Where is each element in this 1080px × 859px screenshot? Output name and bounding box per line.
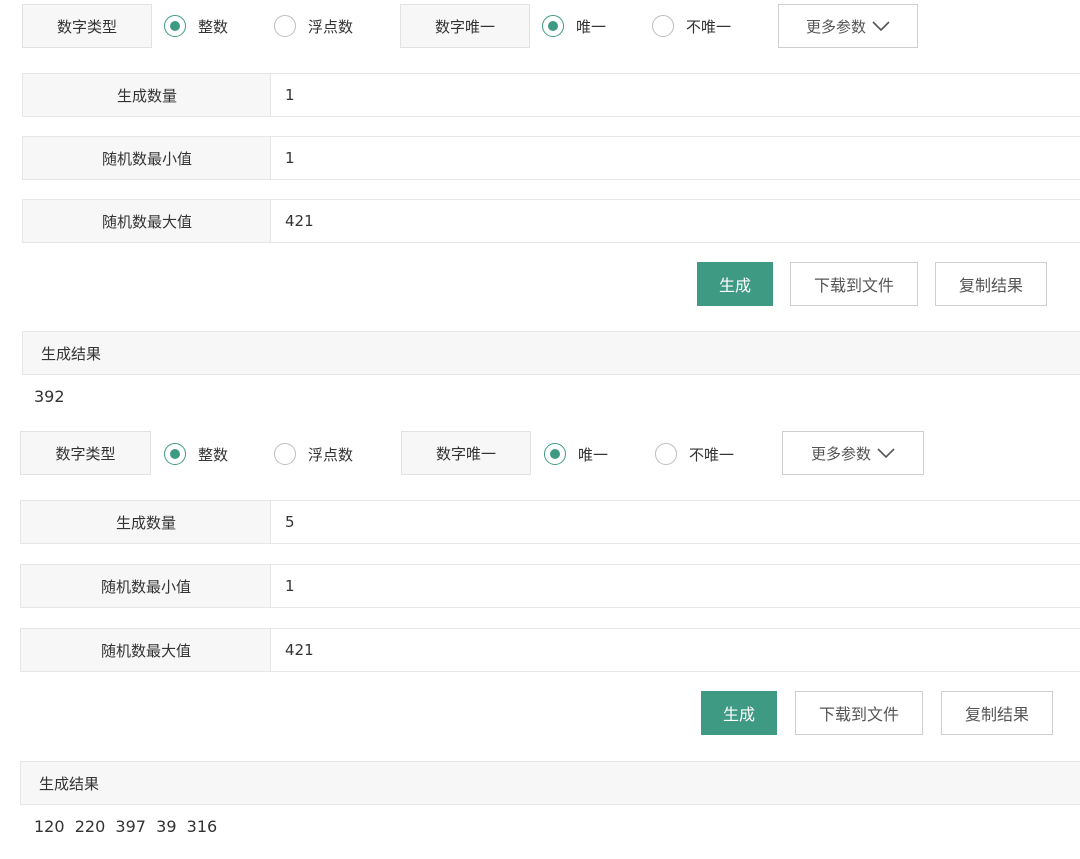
radio-unselected-icon xyxy=(274,15,296,37)
generate-button[interactable]: 生成 xyxy=(701,691,777,735)
radio-label: 整数 xyxy=(198,445,229,464)
result-title: 生成结果 xyxy=(20,761,1080,805)
radio-selected-icon xyxy=(544,443,566,465)
more-params-button[interactable]: 更多参数 xyxy=(778,4,918,48)
more-params-button[interactable]: 更多参数 xyxy=(782,431,924,475)
radio-unselected-icon xyxy=(655,443,677,465)
radio-selected-icon xyxy=(164,15,186,37)
quantity-input[interactable]: 5 xyxy=(270,500,1080,544)
more-params-label: 更多参数 xyxy=(810,444,871,463)
radio-integer[interactable]: 整数 xyxy=(164,443,228,465)
radio-integer[interactable]: 整数 xyxy=(164,15,228,37)
radio-unselected-icon xyxy=(652,15,674,37)
radio-label: 唯一 xyxy=(578,445,609,464)
radio-selected-icon xyxy=(542,15,564,37)
radio-unique[interactable]: 唯一 xyxy=(542,15,606,37)
min-value-input[interactable]: 1 xyxy=(270,564,1080,608)
max-value-label: 随机数最大值 xyxy=(22,199,271,243)
result-output: 120 220 397 39 316 xyxy=(34,816,218,836)
number-type-label: 数字类型 xyxy=(20,431,151,475)
copy-button[interactable]: 复制结果 xyxy=(935,262,1047,306)
result-output: 392 xyxy=(34,386,65,406)
radio-not-unique[interactable]: 不唯一 xyxy=(652,15,731,37)
result-title: 生成结果 xyxy=(22,331,1080,375)
radio-label: 不唯一 xyxy=(689,445,735,464)
radio-label: 整数 xyxy=(198,17,229,36)
radio-float[interactable]: 浮点数 xyxy=(274,15,353,37)
download-button[interactable]: 下载到文件 xyxy=(790,262,918,306)
radio-label: 不唯一 xyxy=(686,17,732,36)
radio-selected-icon xyxy=(164,443,186,465)
min-value-label: 随机数最小值 xyxy=(22,136,271,180)
number-type-label: 数字类型 xyxy=(22,4,152,48)
number-unique-label: 数字唯一 xyxy=(401,431,531,475)
download-button[interactable]: 下载到文件 xyxy=(795,691,923,735)
min-value-input[interactable]: 1 xyxy=(270,136,1080,180)
radio-unique[interactable]: 唯一 xyxy=(544,443,608,465)
copy-button[interactable]: 复制结果 xyxy=(941,691,1053,735)
radio-not-unique[interactable]: 不唯一 xyxy=(655,443,734,465)
generate-button[interactable]: 生成 xyxy=(697,262,773,306)
chevron-down-icon xyxy=(877,448,895,459)
max-value-input[interactable]: 421 xyxy=(270,199,1080,243)
max-value-input[interactable]: 421 xyxy=(270,628,1080,672)
radio-label: 浮点数 xyxy=(308,17,354,36)
radio-float[interactable]: 浮点数 xyxy=(274,443,353,465)
quantity-label: 生成数量 xyxy=(22,73,271,117)
max-value-label: 随机数最大值 xyxy=(20,628,271,672)
radio-label: 唯一 xyxy=(576,17,607,36)
quantity-input[interactable]: 1 xyxy=(270,73,1080,117)
min-value-label: 随机数最小值 xyxy=(20,564,271,608)
quantity-label: 生成数量 xyxy=(20,500,271,544)
radio-label: 浮点数 xyxy=(308,445,354,464)
chevron-down-icon xyxy=(872,21,890,32)
number-unique-label: 数字唯一 xyxy=(400,4,530,48)
radio-unselected-icon xyxy=(274,443,296,465)
more-params-label: 更多参数 xyxy=(805,17,866,36)
